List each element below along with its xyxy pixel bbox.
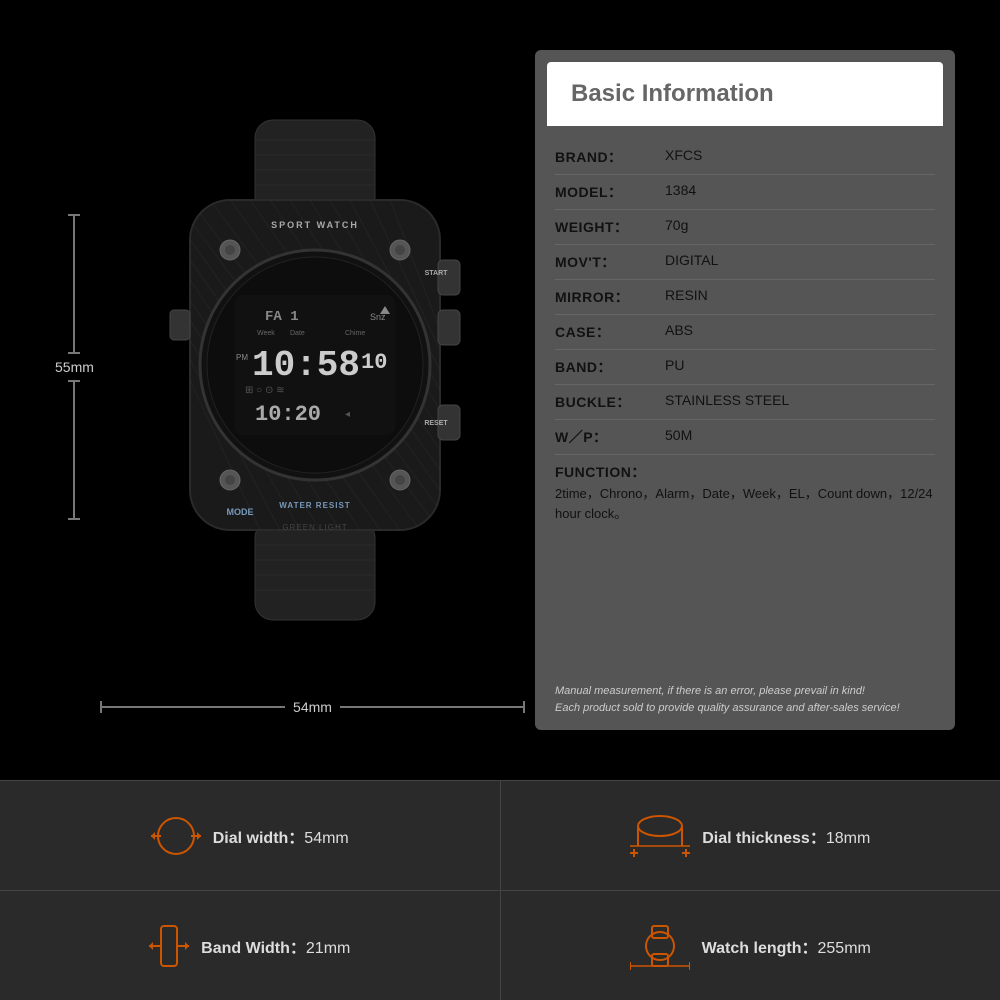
svg-text:Date: Date — [290, 330, 305, 337]
spec-label-wp: W／P： — [555, 427, 665, 447]
svg-text:10:20: 10:20 — [255, 402, 321, 427]
height-dimension-label: 55mm — [55, 359, 94, 375]
dial-thickness-icon — [630, 811, 690, 861]
svg-text:RESET: RESET — [424, 420, 448, 427]
dial-width-text: Dial width：54mm — [213, 824, 349, 848]
dial-width-label: Dial width： — [213, 830, 305, 847]
spec-value-weight: 70g — [665, 217, 935, 233]
watch-length-text: Watch length：255mm — [702, 934, 871, 958]
svg-text:FA 1: FA 1 — [265, 309, 299, 325]
svg-text:PM: PM — [236, 353, 248, 362]
dial-width-icon — [151, 811, 201, 861]
info-card-header: Basic Information — [547, 62, 943, 126]
spec-wp: W／P： 50M — [555, 420, 935, 455]
info-card-body: BRAND： XFCS MODEL： 1384 WEIGHT： 70g MOV'… — [535, 126, 955, 673]
spec-value-mirror: RESIN — [665, 287, 935, 303]
measurement-bar: Dial width：54mm — [0, 780, 1000, 1000]
spec-function: FUNCTION： 2time，Chrono，Alarm，Date，Week，E… — [555, 455, 935, 530]
svg-text:MODE: MODE — [227, 507, 254, 517]
svg-text:WATER RESIST: WATER RESIST — [279, 501, 350, 510]
dial-width-value: 54mm — [304, 830, 348, 847]
watch-image: SPORT WATCH START RESET LIGHT MODE WATER… — [140, 110, 490, 630]
spec-value-movt: DIGITAL — [665, 252, 935, 268]
spec-weight: WEIGHT： 70g — [555, 210, 935, 245]
spec-label-function: FUNCTION： — [555, 462, 665, 482]
svg-text:⊞ ○ ⊙ ≋: ⊞ ○ ⊙ ≋ — [245, 385, 285, 396]
svg-text:GREEN LIGHT: GREEN LIGHT — [282, 523, 347, 532]
svg-text:START: START — [425, 270, 449, 277]
spec-brand: BRAND： XFCS — [555, 140, 935, 175]
watch-section: 55mm — [45, 40, 535, 740]
watch-length-value: 255mm — [818, 940, 871, 957]
band-width-text: Band Width：21mm — [201, 934, 350, 958]
spec-label-band: BAND： — [555, 357, 665, 377]
disclaimer-text: Manual measurement, if there is an error… — [535, 673, 955, 730]
spec-label-mirror: MIRROR： — [555, 287, 665, 307]
watch-length-label: Watch length： — [702, 940, 818, 957]
spec-value-function: 2time，Chrono，Alarm，Date，Week，EL，Count do… — [555, 484, 935, 523]
dial-thickness-label: Dial thickness： — [702, 830, 826, 847]
spec-label-weight: WEIGHT： — [555, 217, 665, 237]
band-width-value: 21mm — [306, 940, 350, 957]
measure-dial-thickness: Dial thickness：18mm — [501, 781, 1000, 890]
spec-value-model: 1384 — [665, 182, 935, 198]
width-dimension-label: 54mm — [293, 699, 332, 715]
spec-value-band: PU — [665, 357, 935, 373]
spec-case: CASE： ABS — [555, 315, 935, 350]
spec-model: MODEL： 1384 — [555, 175, 935, 210]
spec-value-brand: XFCS — [665, 147, 935, 163]
band-width-icon — [149, 921, 189, 971]
svg-text:Week: Week — [257, 330, 275, 337]
spec-label-brand: BRAND： — [555, 147, 665, 167]
measure-watch-length: Watch length：255mm — [501, 891, 1000, 1000]
measure-dial-width: Dial width：54mm — [0, 781, 501, 890]
spec-value-case: ABS — [665, 322, 935, 338]
spec-value-buckle: STAINLESS STEEL — [665, 392, 935, 408]
spec-label-buckle: BUCKLE： — [555, 392, 665, 412]
spec-buckle: BUCKLE： STAINLESS STEEL — [555, 385, 935, 420]
spec-value-wp: 50M — [665, 427, 935, 443]
svg-text:Chime: Chime — [345, 330, 365, 337]
band-width-label: Band Width： — [201, 940, 306, 957]
info-card-title: Basic Information — [571, 80, 919, 108]
spec-band: BAND： PU — [555, 350, 935, 385]
spec-mirror: MIRROR： RESIN — [555, 280, 935, 315]
disclaimer-content: Manual measurement, if there is an error… — [555, 685, 900, 714]
spec-label-model: MODEL： — [555, 182, 665, 202]
svg-text:10:58: 10:58 — [252, 345, 360, 386]
dial-thickness-value: 18mm — [826, 830, 870, 847]
svg-text:10: 10 — [361, 350, 387, 375]
spec-label-movt: MOV'T： — [555, 252, 665, 272]
main-content: 55mm — [0, 0, 1000, 780]
svg-text:SPORT WATCH: SPORT WATCH — [271, 220, 359, 230]
watch-length-icon — [630, 921, 690, 971]
measure-band-width: Band Width：21mm — [0, 891, 501, 1000]
dial-thickness-text: Dial thickness：18mm — [702, 824, 870, 848]
spec-movt: MOV'T： DIGITAL — [555, 245, 935, 280]
spec-label-case: CASE： — [555, 322, 665, 342]
info-card: Basic Information BRAND： XFCS MODEL： 138… — [535, 50, 955, 730]
svg-text:◂: ◂ — [345, 409, 350, 420]
